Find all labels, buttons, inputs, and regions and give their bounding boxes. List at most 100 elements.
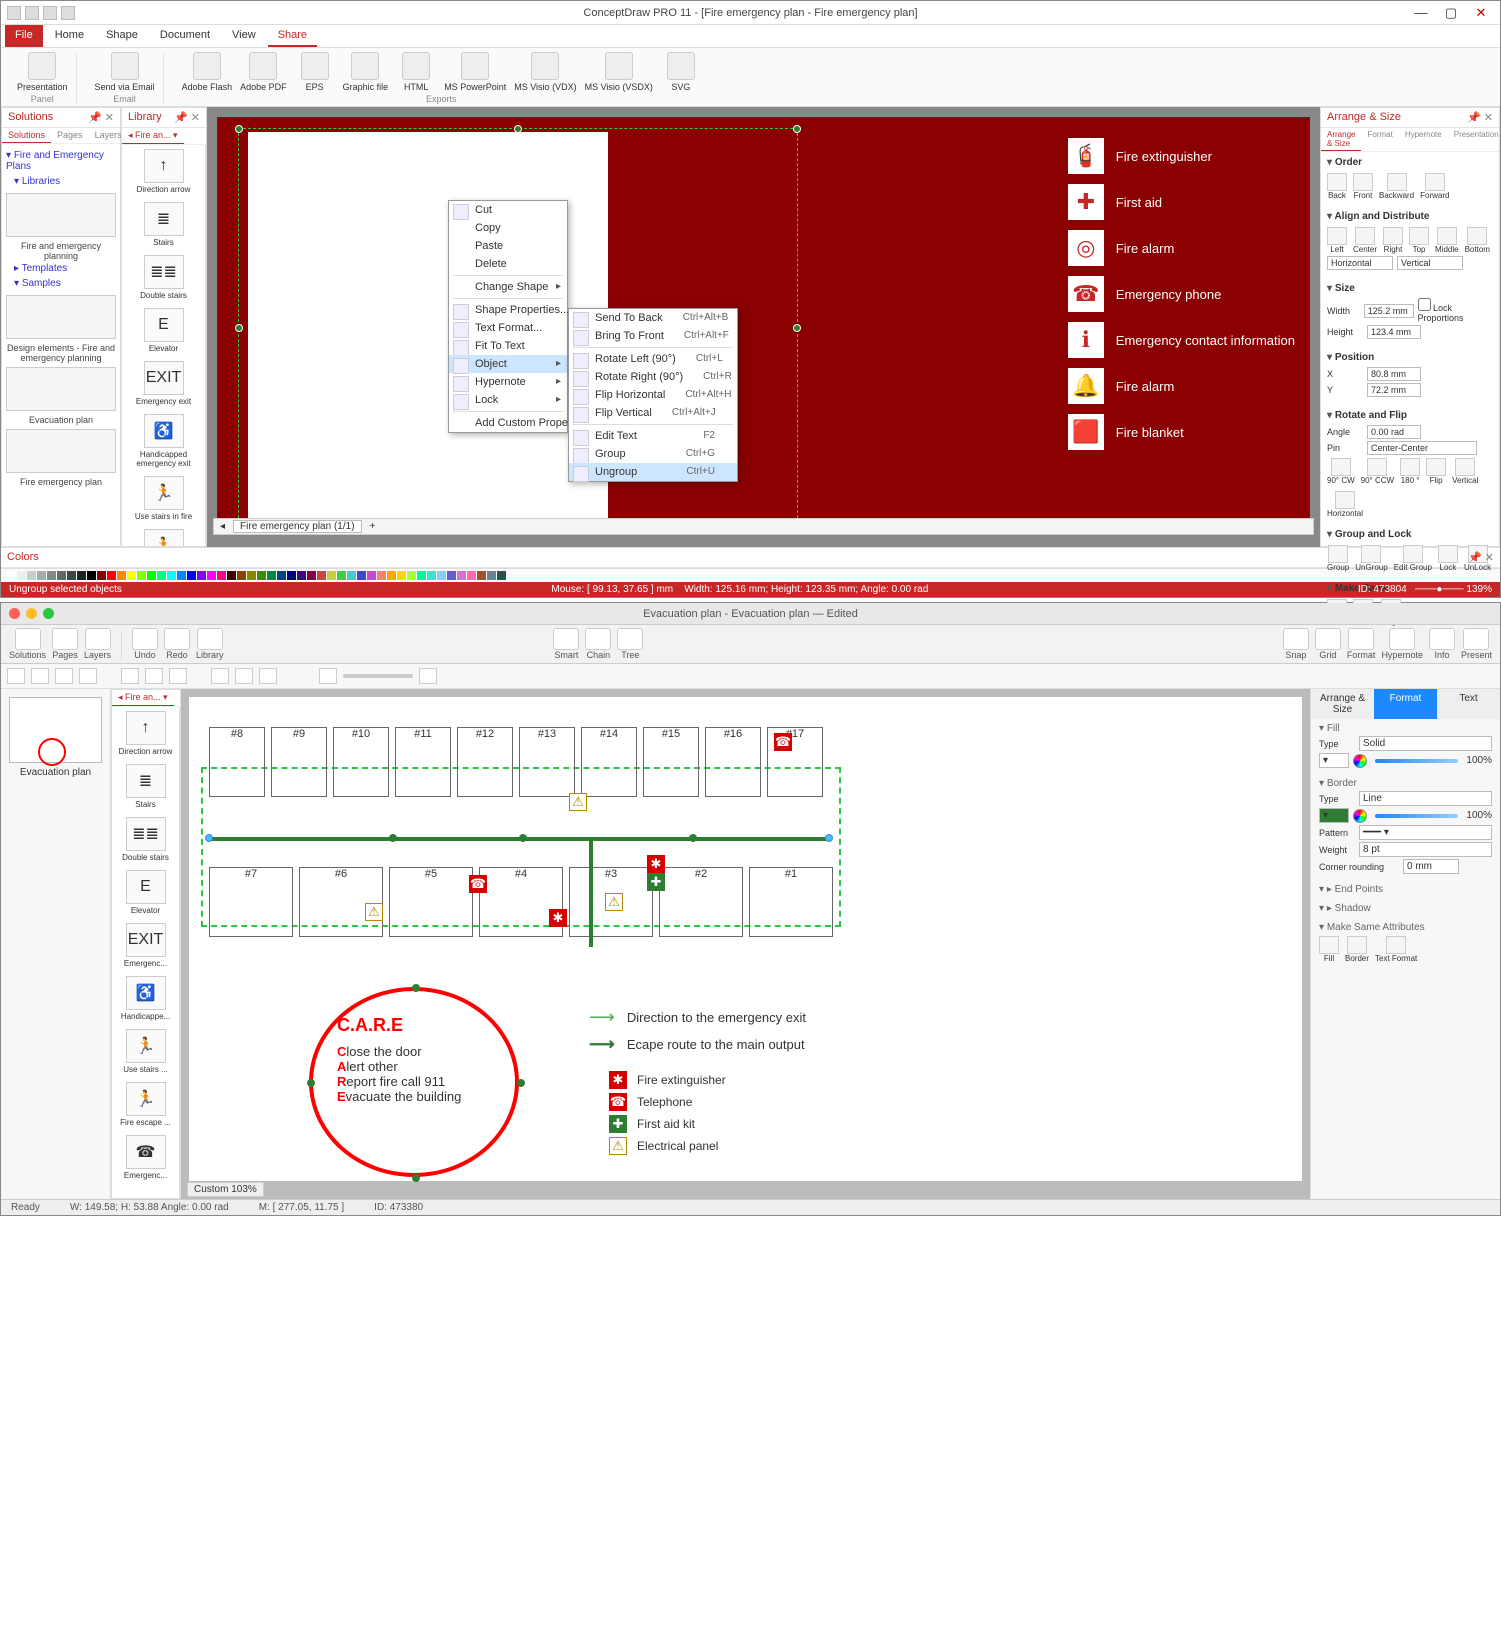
ctx-item[interactable]: Lock: [449, 391, 567, 409]
close-button[interactable]: [9, 608, 20, 619]
fill-opacity-slider[interactable]: [1375, 759, 1458, 763]
color-swatches[interactable]: [1, 568, 1500, 582]
color-swatch[interactable]: [277, 571, 286, 580]
arrange-action[interactable]: Middle: [1435, 227, 1459, 254]
color-swatch[interactable]: [377, 571, 386, 580]
line-tool-icon[interactable]: [55, 668, 73, 684]
care-circle[interactable]: C.A.R.E Close the door Alert other Repor…: [309, 987, 519, 1177]
mr-tab-text[interactable]: Text: [1437, 689, 1500, 719]
toolbar-button[interactable]: Library: [196, 628, 224, 660]
mr-tab-format[interactable]: Format: [1374, 689, 1437, 719]
library-tab[interactable]: ◂ Fire an... ▾: [122, 128, 184, 144]
color-swatch[interactable]: [57, 571, 66, 580]
connector-icon[interactable]: [121, 668, 139, 684]
text-tool-icon[interactable]: [79, 668, 97, 684]
ribbon-tab-home[interactable]: Home: [45, 25, 94, 47]
arr-sec-rotate[interactable]: Rotate and Flip: [1327, 408, 1493, 423]
weight-drop[interactable]: 8 pt: [1359, 842, 1492, 857]
ctx-item[interactable]: Rotate Left (90°)Ctrl+L: [569, 350, 737, 368]
arr-tab-presentation[interactable]: Presentation: [1448, 128, 1501, 151]
library-item[interactable]: EElevator: [122, 304, 205, 357]
color-swatch[interactable]: [217, 571, 226, 580]
ctx-item[interactable]: Cut: [449, 201, 567, 219]
sheet-prev-icon[interactable]: ◂: [220, 521, 225, 532]
library-item[interactable]: ≣≣Double stairs: [122, 251, 205, 304]
room[interactable]: #9: [271, 727, 327, 797]
mr-tab-arrange[interactable]: Arrange & Size: [1311, 689, 1374, 719]
room[interactable]: #7: [209, 867, 293, 937]
library-item[interactable]: ↑Direction arrow: [112, 707, 179, 760]
color-swatch[interactable]: [387, 571, 396, 580]
align-vertical-drop[interactable]: Vertical: [1397, 256, 1463, 270]
panel-pin-icon[interactable]: 📌 ✕: [88, 111, 114, 124]
distribute-icon[interactable]: [235, 668, 253, 684]
color-swatch[interactable]: [187, 571, 196, 580]
sheet-add-icon[interactable]: +: [370, 521, 376, 532]
color-swatch[interactable]: [107, 571, 116, 580]
fill-header[interactable]: Fill: [1319, 723, 1492, 734]
arrange-action[interactable]: 180 °: [1400, 458, 1420, 485]
color-swatch[interactable]: [447, 571, 456, 580]
solution-thumb[interactable]: [6, 295, 116, 339]
color-swatch[interactable]: [317, 571, 326, 580]
solution-thumb[interactable]: [6, 367, 116, 411]
arrange-action[interactable]: Vertical: [1452, 458, 1478, 485]
library-item[interactable]: 🏃Use stairs ...: [112, 1025, 179, 1078]
library-item[interactable]: 🏃Use stairs in fire: [122, 472, 205, 525]
ribbon-export[interactable]: HTML: [396, 52, 436, 92]
toolbar-button[interactable]: Present: [1461, 628, 1492, 660]
toolbar-button[interactable]: Layers: [84, 628, 111, 660]
mac-canvas-area[interactable]: #8#9#10#11#12#13#14#15#16#17 #7#6#5#4#3#…: [181, 689, 1310, 1199]
room[interactable]: #13: [519, 727, 575, 797]
color-swatch[interactable]: [7, 571, 16, 580]
room[interactable]: #1: [749, 867, 833, 937]
library-item[interactable]: 🏃Fire escape or fire exit: [122, 525, 205, 546]
ctx-item[interactable]: Bring To FrontCtrl+Alt+F: [569, 327, 737, 345]
ribbon-export[interactable]: Graphic file: [343, 52, 389, 92]
color-swatch[interactable]: [407, 571, 416, 580]
ctx-item[interactable]: Object: [449, 355, 567, 373]
ribbon-export[interactable]: SVG: [661, 52, 701, 92]
library-item[interactable]: EXITEmergenc...: [112, 919, 179, 972]
arr-tab-format[interactable]: Format: [1361, 128, 1398, 151]
escape-route-down[interactable]: [589, 837, 593, 947]
ribbon-export[interactable]: MS PowerPoint: [444, 52, 506, 92]
room[interactable]: #15: [643, 727, 699, 797]
room[interactable]: #14: [581, 727, 637, 797]
color-swatch[interactable]: [257, 571, 266, 580]
color-swatch[interactable]: [267, 571, 276, 580]
angle-input[interactable]: 0.00 rad: [1367, 425, 1421, 439]
solution-thumb[interactable]: [6, 429, 116, 473]
arrange-action[interactable]: Fill: [1319, 936, 1339, 963]
library-item[interactable]: ≣≣Double stairs: [112, 813, 179, 866]
maximize-button[interactable]: ▢: [1438, 3, 1464, 23]
arrange-action[interactable]: Lock: [1438, 545, 1458, 572]
minimize-button[interactable]: [26, 608, 37, 619]
color-swatch[interactable]: [437, 571, 446, 580]
library-item[interactable]: ≣Stairs: [122, 198, 205, 251]
zoom-button[interactable]: [43, 608, 54, 619]
border-color-drop[interactable]: ▾: [1319, 808, 1349, 823]
make-same-header[interactable]: Make Same Attributes: [1319, 922, 1492, 933]
toolbar-button[interactable]: Pages: [52, 628, 78, 660]
color-swatch[interactable]: [247, 571, 256, 580]
ctx-item[interactable]: Paste: [449, 237, 567, 255]
room[interactable]: #11: [395, 727, 451, 797]
shape-tool-icon[interactable]: [31, 668, 49, 684]
pattern-drop[interactable]: ━━━ ▾: [1359, 825, 1492, 840]
minimize-button[interactable]: —: [1408, 3, 1434, 23]
shadow-header[interactable]: ▸ Shadow: [1319, 903, 1492, 914]
ribbon-tab-shape[interactable]: Shape: [96, 25, 148, 47]
drawing-canvas[interactable]: 🧯Fire extinguisher✚First aid◎Fire alarm☎…: [217, 117, 1310, 519]
color-swatch[interactable]: [147, 571, 156, 580]
color-swatch[interactable]: [197, 571, 206, 580]
color-swatch[interactable]: [497, 571, 506, 580]
colors-close-icon[interactable]: 📌 ✕: [1468, 551, 1494, 564]
solution-root[interactable]: ▾ Fire and Emergency Plans: [6, 148, 116, 174]
arrange-close-icon[interactable]: 📌 ✕: [1467, 111, 1493, 124]
room[interactable]: #12: [457, 727, 513, 797]
qat-undo-icon[interactable]: [43, 6, 57, 20]
color-swatch[interactable]: [47, 571, 56, 580]
ribbon-export[interactable]: EPS: [295, 52, 335, 92]
context-submenu-object[interactable]: Send To BackCtrl+Alt+BBring To FrontCtrl…: [568, 308, 738, 482]
